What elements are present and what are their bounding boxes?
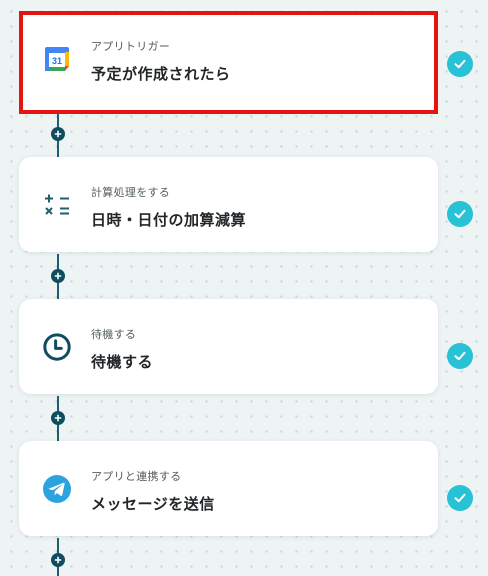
clock-icon [42, 332, 72, 362]
step-card-wait[interactable]: 待機する 待機する [19, 299, 438, 394]
add-step-button[interactable] [51, 127, 65, 141]
step-card-calculation[interactable]: 計算処理をする 日時・日付の加算減算 [19, 157, 438, 252]
telegram-icon [42, 474, 72, 504]
step-subtitle: アプリと連携する [91, 470, 182, 483]
check-icon [447, 343, 473, 369]
step-subtitle: 計算処理をする [91, 186, 171, 199]
add-step-button[interactable] [51, 553, 65, 567]
step-subtitle: アプリトリガー [91, 40, 171, 53]
plus-icon [54, 272, 62, 280]
google-calendar-icon: 31 [42, 44, 72, 74]
add-step-button[interactable] [51, 269, 65, 283]
svg-text:31: 31 [52, 56, 62, 66]
step-card-send-message[interactable]: アプリと連携する メッセージを送信 [19, 441, 438, 536]
step-subtitle: 待機する [91, 328, 137, 341]
plus-icon [54, 556, 62, 564]
step-card-trigger[interactable]: 31 アプリトリガー 予定が作成されたら [19, 11, 438, 114]
plus-icon [54, 414, 62, 422]
step-title: メッセージを送信 [91, 495, 215, 513]
step-title: 日時・日付の加算減算 [91, 211, 247, 229]
step-title: 予定が作成されたら [91, 65, 231, 83]
check-icon [447, 51, 473, 77]
plus-icon [54, 130, 62, 138]
calculator-icon [42, 190, 72, 220]
check-icon [447, 201, 473, 227]
add-step-button[interactable] [51, 411, 65, 425]
step-title: 待機する [91, 353, 154, 371]
check-icon [447, 485, 473, 511]
workflow-canvas: 31 アプリトリガー 予定が作成されたら 計算処理をする 日時・日付の加算減算 [0, 0, 488, 576]
